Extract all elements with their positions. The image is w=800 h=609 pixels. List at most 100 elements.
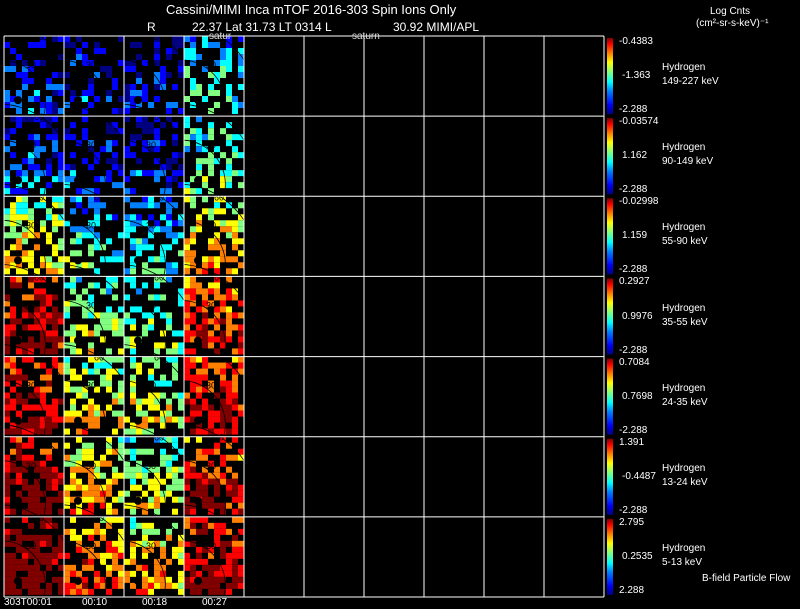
flux-pixel [226,226,232,233]
flux-pixel [94,522,100,529]
flux-pixel [148,122,154,129]
sky-map-panel: 3060 [183,103,258,197]
flux-pixel [70,534,76,541]
flux-pixel [178,422,184,429]
flux-pixel [118,108,124,114]
flux-pixel [154,202,160,209]
flux-pixel [148,232,154,239]
flux-pixel [52,102,58,108]
flux-pixel [232,170,238,177]
flux-pixel [130,428,136,435]
flux-pixel [76,546,82,553]
flux-pixel [190,588,196,595]
flux-pixel [154,42,160,48]
flux-pixel [202,398,208,405]
flux-pixel [208,170,214,177]
flux-pixel [124,436,130,443]
flux-pixel [112,282,118,289]
flux-pixel [88,342,94,349]
flux-pixel [232,496,238,503]
flux-pixel [70,42,76,48]
flux-pixel [28,208,34,215]
flux-pixel [28,324,34,331]
flux-pixel [178,36,184,42]
flux-pixel [4,146,10,153]
flux-pixel [4,232,10,239]
flux-pixel [220,522,226,529]
flux-pixel [34,170,40,177]
flux-pixel [4,268,10,275]
flux-pixel [160,140,166,147]
flux-pixel [4,374,10,381]
flux-pixel [16,170,22,177]
flux-pixel [94,96,100,102]
flux-pixel [106,448,112,455]
colorbar [607,278,613,355]
flux-pixel [76,276,82,283]
flux-pixel [172,42,178,48]
flux-pixel [16,392,22,399]
flux-pixel [10,226,16,233]
flux-pixel [196,546,202,553]
flux-pixel [130,546,136,553]
flux-pixel [172,416,178,423]
flux-pixel [4,294,10,301]
ring-label-60: 60 [94,513,104,523]
flux-pixel [34,404,40,411]
flux-pixel [58,196,64,203]
flux-pixel [208,158,214,165]
flux-pixel [112,428,118,435]
flux-pixel [52,416,58,423]
flux-pixel [130,552,136,559]
flux-pixel [82,442,88,449]
flux-pixel [226,398,232,405]
species-label: Hydrogen [662,142,706,154]
flux-pixel [88,90,94,96]
flux-pixel [232,146,238,153]
flux-pixel [238,72,244,78]
flux-pixel [166,182,172,189]
flux-pixel [190,330,196,337]
flux-pixel [196,288,202,295]
flux-pixel [10,306,16,313]
flux-pixel [112,122,118,129]
flux-pixel [226,582,232,589]
flux-pixel [136,158,142,165]
flux-pixel [190,558,196,565]
flux-pixel [184,522,190,529]
flux-pixel [196,306,202,313]
flux-pixel [16,202,22,209]
flux-pixel [166,410,172,417]
flux-pixel [220,250,226,257]
flux-pixel [124,188,130,195]
flux-pixel [82,490,88,497]
flux-pixel [172,134,178,141]
flux-pixel [142,422,148,429]
flux-pixel [232,232,238,239]
flux-pixel [82,288,88,295]
flux-pixel [88,442,94,449]
flux-pixel [178,108,184,114]
flux-pixel [184,496,190,503]
flux-pixel [202,484,208,491]
flux-pixel [220,472,226,479]
flux-pixel [142,398,148,405]
flux-pixel [226,416,232,423]
flux-pixel [214,244,220,251]
flux-pixel [52,108,58,114]
flux-pixel [130,244,136,251]
flux-pixel [4,128,10,135]
flux-pixel [196,490,202,497]
flux-pixel [82,208,88,215]
flux-pixel [58,540,64,547]
flux-pixel [64,36,70,42]
flux-pixel [16,214,22,221]
flux-pixel [46,368,52,375]
flux-pixel [184,188,190,195]
flux-pixel [172,36,178,42]
flux-pixel [160,410,166,417]
flux-pixel [142,448,148,455]
flux-pixel [58,478,64,485]
flux-pixel [28,256,34,263]
flux-pixel [82,404,88,411]
